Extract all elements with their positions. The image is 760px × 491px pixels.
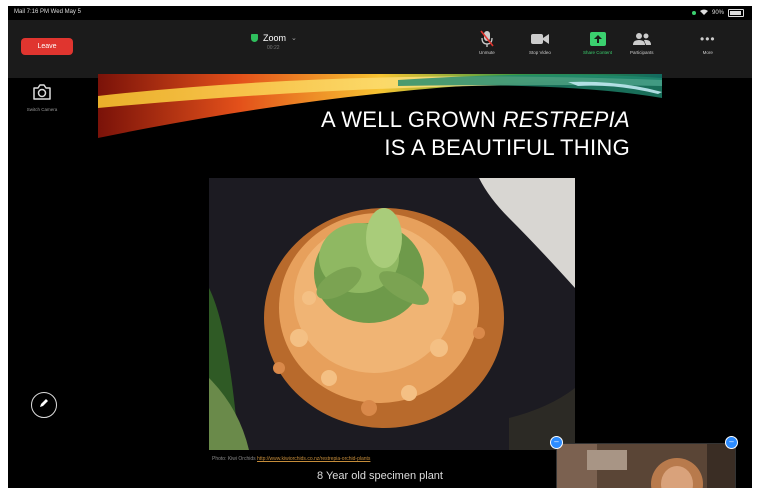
slide-title-genus: RESTREPIA bbox=[502, 107, 630, 132]
stop-video-button[interactable]: Stop Video bbox=[529, 28, 551, 55]
participants-button[interactable]: Participants bbox=[630, 28, 654, 55]
meeting-title: Zoom bbox=[263, 33, 287, 43]
switch-camera-label: Switch Camera bbox=[26, 107, 58, 112]
expand-self-view-icon[interactable]: – bbox=[725, 436, 738, 449]
minimize-self-view-icon[interactable]: – bbox=[550, 436, 563, 449]
share-content-button[interactable]: Share Content bbox=[583, 28, 612, 55]
annotate-button[interactable] bbox=[31, 392, 57, 418]
photo-credit: Photo: Kiwi Orchids http://www.kiwiorchi… bbox=[212, 456, 370, 462]
wifi-icon bbox=[699, 9, 708, 17]
battery-icon bbox=[728, 9, 744, 17]
video-camera-icon bbox=[530, 28, 549, 50]
status-bar: Mail 7:16 PM Wed May 5 90% bbox=[8, 6, 752, 20]
pencil-icon bbox=[38, 396, 50, 414]
orchid-flowers bbox=[264, 208, 504, 428]
more-button[interactable]: ••• More bbox=[700, 28, 716, 55]
share-screen-icon bbox=[589, 28, 606, 50]
status-bar-left: Mail 7:16 PM Wed May 5 bbox=[14, 9, 81, 15]
slide-title: A WELL GROWN RESTREPIA IS A BEAUTIFUL TH… bbox=[321, 106, 630, 162]
self-view-image bbox=[557, 444, 735, 488]
unmute-button[interactable]: Unmute bbox=[479, 28, 495, 55]
photo-credit-link[interactable]: http://www.kiwiorchids.co.nz/restrepia-o… bbox=[257, 456, 370, 462]
switch-camera-button[interactable]: Switch Camera bbox=[20, 84, 64, 112]
stop-video-label: Stop Video bbox=[529, 50, 551, 55]
self-view-video[interactable] bbox=[556, 443, 736, 488]
slide-title-line2: IS A BEAUTIFUL THING bbox=[384, 135, 630, 160]
more-icon: ••• bbox=[700, 32, 716, 46]
participants-label: Participants bbox=[630, 50, 654, 55]
share-content-label: Share Content bbox=[583, 50, 613, 55]
meeting-toolbar: Leave Zoom ⌄ 00:22 Unmute Stop Video Sha… bbox=[8, 20, 752, 78]
camera-icon bbox=[32, 84, 52, 101]
shared-slide: A WELL GROWN RESTREPIA IS A BEAUTIFUL TH… bbox=[98, 74, 662, 488]
mic-in-use-icon bbox=[691, 11, 696, 15]
unmute-label: Unmute bbox=[479, 50, 495, 55]
microphone-muted-icon bbox=[480, 28, 494, 50]
slide-title-line1: A WELL GROWN bbox=[321, 107, 503, 132]
meeting-info[interactable]: Zoom ⌄ 00:22 bbox=[251, 33, 297, 51]
shield-icon bbox=[251, 34, 258, 42]
leave-button[interactable]: Leave bbox=[21, 38, 73, 55]
participants-icon bbox=[632, 28, 651, 50]
status-bar-right: 90% bbox=[691, 9, 744, 17]
orchid-photo bbox=[209, 178, 575, 450]
photo-credit-label: Photo: Kiwi Orchids bbox=[212, 456, 256, 462]
meeting-duration: 00:22 bbox=[267, 45, 280, 51]
chevron-down-icon: ⌄ bbox=[291, 35, 297, 42]
battery-percent: 90% bbox=[711, 10, 724, 16]
more-label: More bbox=[702, 50, 713, 55]
zoom-meeting-screen: Mail 7:16 PM Wed May 5 90% Leave Zoom ⌄ … bbox=[8, 6, 752, 488]
